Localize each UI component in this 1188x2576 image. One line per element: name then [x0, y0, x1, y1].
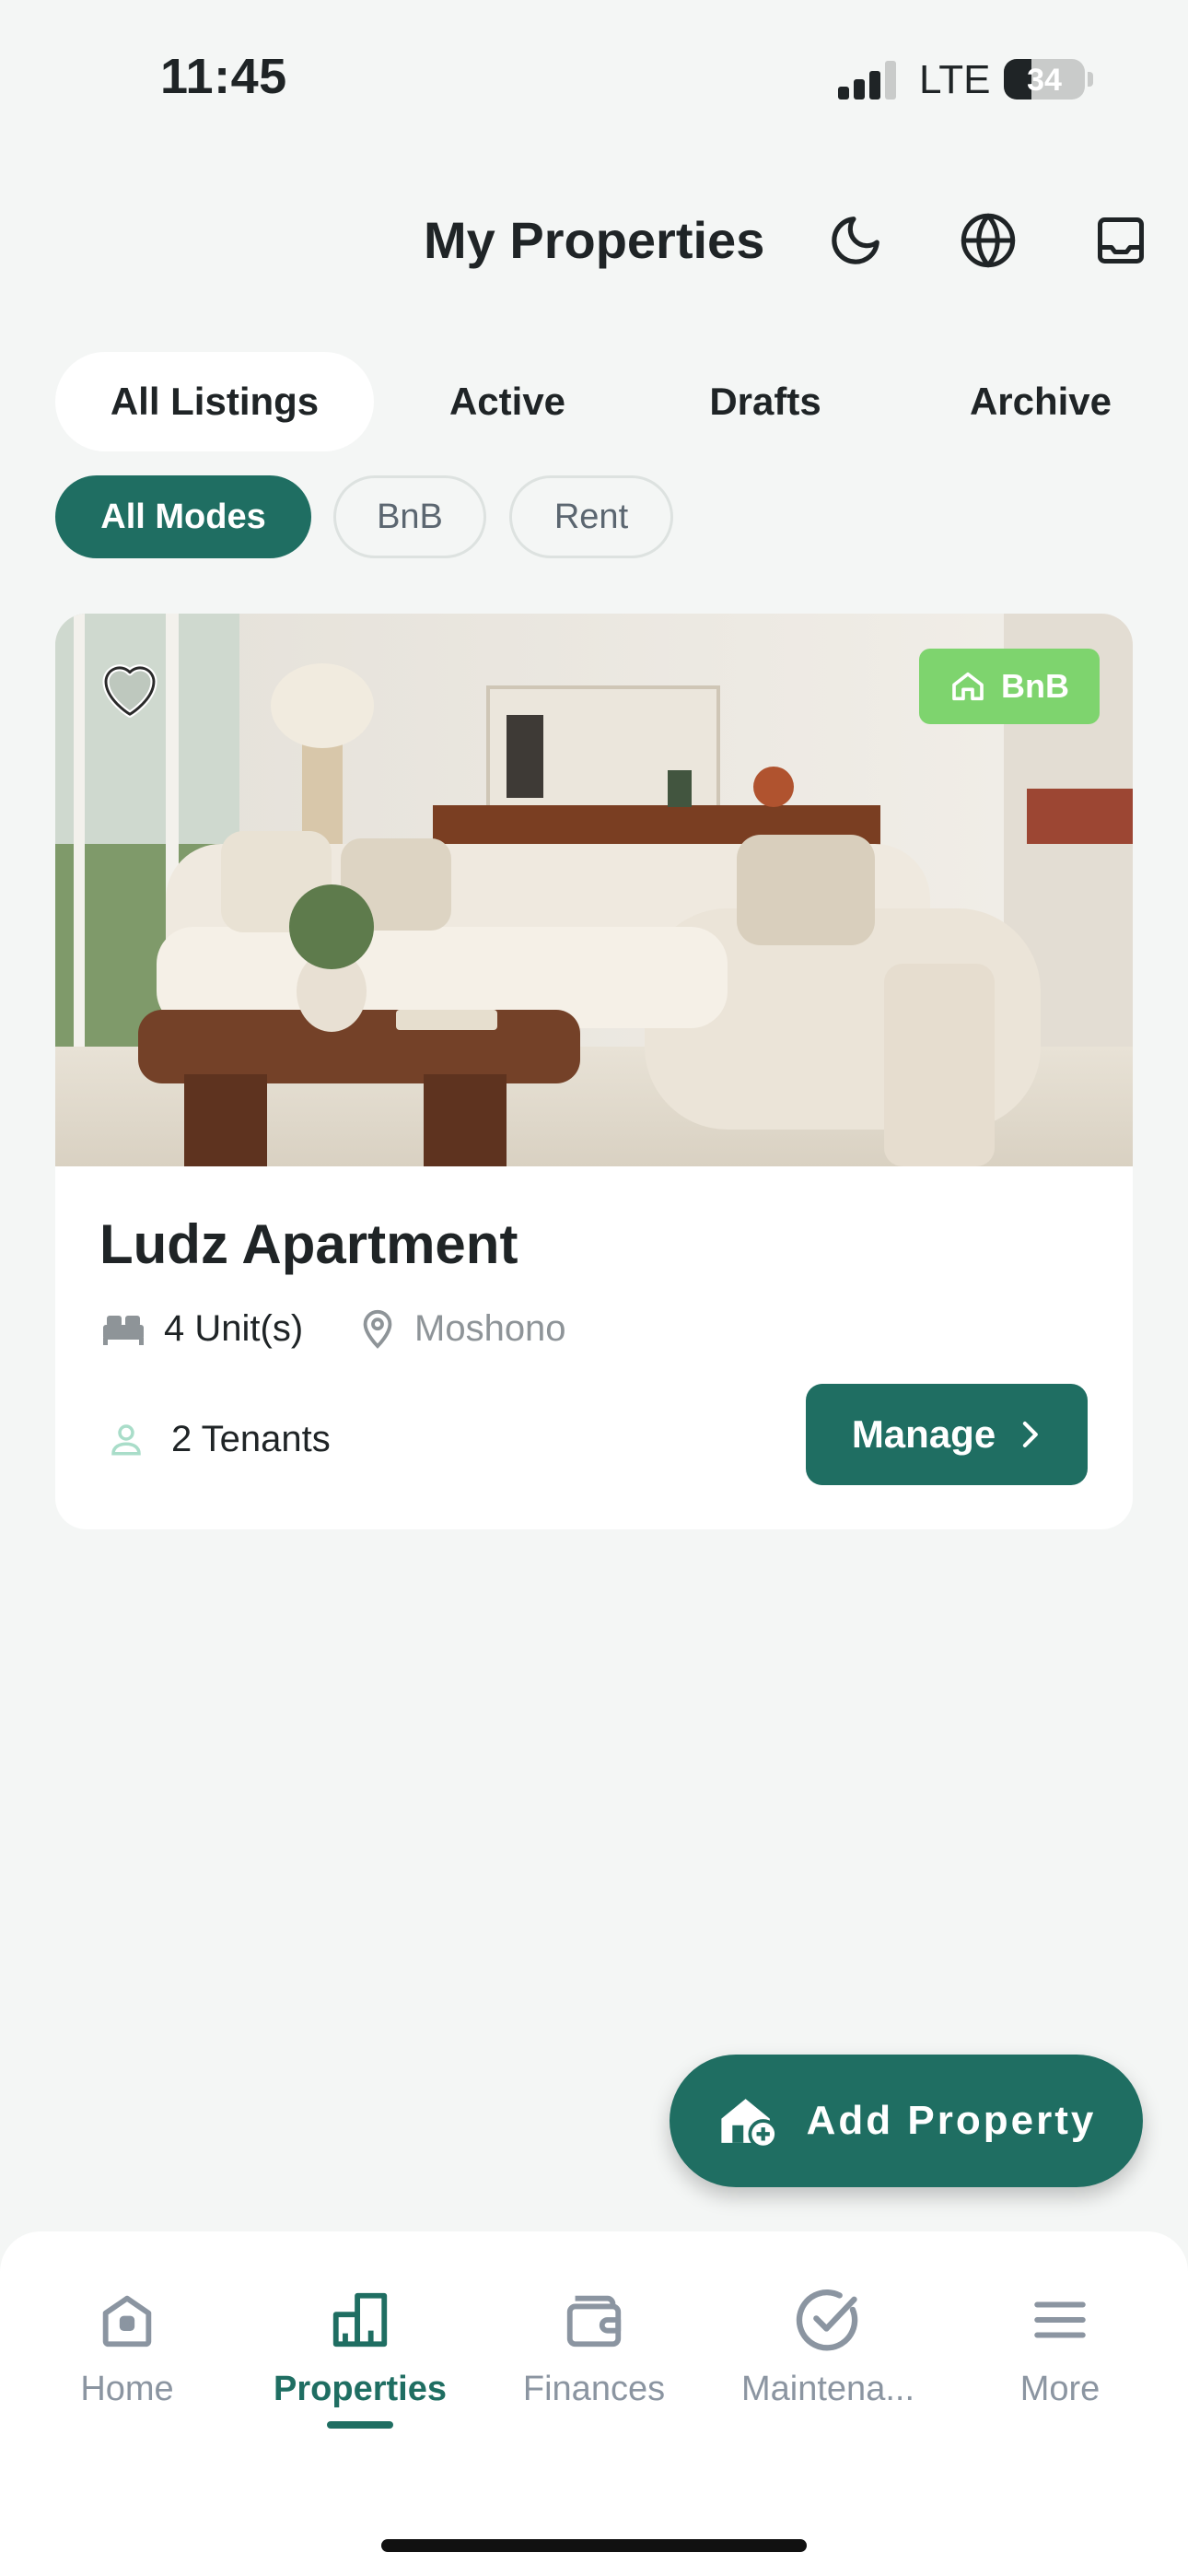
tenants-count: 2 Tenants — [171, 1418, 331, 1459]
page-title: My Properties — [424, 211, 765, 269]
properties-screen: 11:45 LTE 34 My Properties All Listings … — [0, 0, 1188, 2576]
nav-item-home[interactable]: Home — [17, 2283, 238, 2467]
battery-icon: 34 — [1004, 59, 1085, 100]
nav-item-more[interactable]: More — [949, 2283, 1171, 2467]
add-house-icon — [721, 2099, 778, 2149]
home-icon — [90, 2283, 164, 2357]
manage-button-label: Manage — [851, 1412, 996, 1456]
add-property-label: Add Property — [806, 2098, 1097, 2143]
listing-tabs: All Listings Active Drafts Archive — [55, 352, 1151, 451]
network-type: LTE — [919, 57, 991, 102]
tab-archive[interactable]: Archive — [930, 352, 1151, 451]
tab-drafts[interactable]: Drafts — [659, 352, 871, 451]
tenants-info: 2 Tenants — [107, 1411, 331, 1467]
status-time: 11:45 — [160, 49, 287, 104]
active-tab-indicator — [327, 2421, 393, 2429]
property-name: Ludz Apartment — [99, 1213, 518, 1275]
units-info: 4 Unit(s) — [101, 1303, 303, 1354]
battery-level: 34 — [1027, 63, 1062, 98]
signal-icon — [838, 61, 897, 100]
chevron-right-icon — [1023, 1422, 1039, 1447]
nav-label-finances: Finances — [522, 2370, 666, 2408]
favorite-heart-icon[interactable] — [94, 654, 166, 720]
units-count: 4 Unit(s) — [164, 1307, 304, 1349]
status-bar: 11:45 LTE 34 — [0, 0, 1188, 157]
house-icon — [952, 672, 984, 701]
wallet-icon — [557, 2283, 631, 2357]
add-property-button[interactable]: Add Property — [670, 2055, 1143, 2187]
mode-chip-rent[interactable]: Rent — [509, 475, 673, 558]
home-indicator — [381, 2539, 807, 2552]
nav-label-more: More — [1019, 2370, 1101, 2408]
mode-badge-label: BnB — [1001, 667, 1069, 705]
bottom-nav: Home Properties Finances Maintena... Mor… — [0, 2231, 1188, 2576]
tab-active[interactable]: Active — [402, 352, 613, 451]
bed-icon — [103, 1316, 144, 1345]
buildings-icon — [323, 2283, 397, 2357]
location-label: Moshono — [414, 1307, 566, 1349]
check-circle-icon — [791, 2283, 865, 2357]
person-icon — [111, 1424, 141, 1456]
moon-icon[interactable] — [823, 208, 888, 273]
location-info: Moshono — [359, 1303, 566, 1354]
nav-item-maintenance[interactable]: Maintena... — [717, 2283, 938, 2467]
nav-label-home: Home — [80, 2370, 174, 2408]
tab-all-listings[interactable]: All Listings — [55, 352, 374, 451]
nav-item-properties[interactable]: Properties — [250, 2283, 471, 2467]
battery-cap — [1088, 72, 1093, 87]
property-card[interactable]: BnB Ludz Apartment 4 Unit(s) Moshono 2 T… — [55, 614, 1133, 1529]
nav-item-finances[interactable]: Finances — [483, 2283, 705, 2467]
mode-badge: BnB — [919, 649, 1100, 724]
nav-label-properties: Properties — [274, 2370, 447, 2408]
manage-button[interactable]: Manage — [806, 1384, 1088, 1485]
mode-chip-all[interactable]: All Modes — [55, 475, 311, 558]
location-pin-icon — [363, 1309, 392, 1349]
mode-chip-bnb[interactable]: BnB — [333, 475, 486, 558]
inbox-icon[interactable] — [1089, 208, 1153, 273]
nav-label-maintenance: Maintena... — [741, 2370, 914, 2408]
globe-icon[interactable] — [956, 208, 1020, 273]
menu-icon — [1023, 2283, 1097, 2357]
